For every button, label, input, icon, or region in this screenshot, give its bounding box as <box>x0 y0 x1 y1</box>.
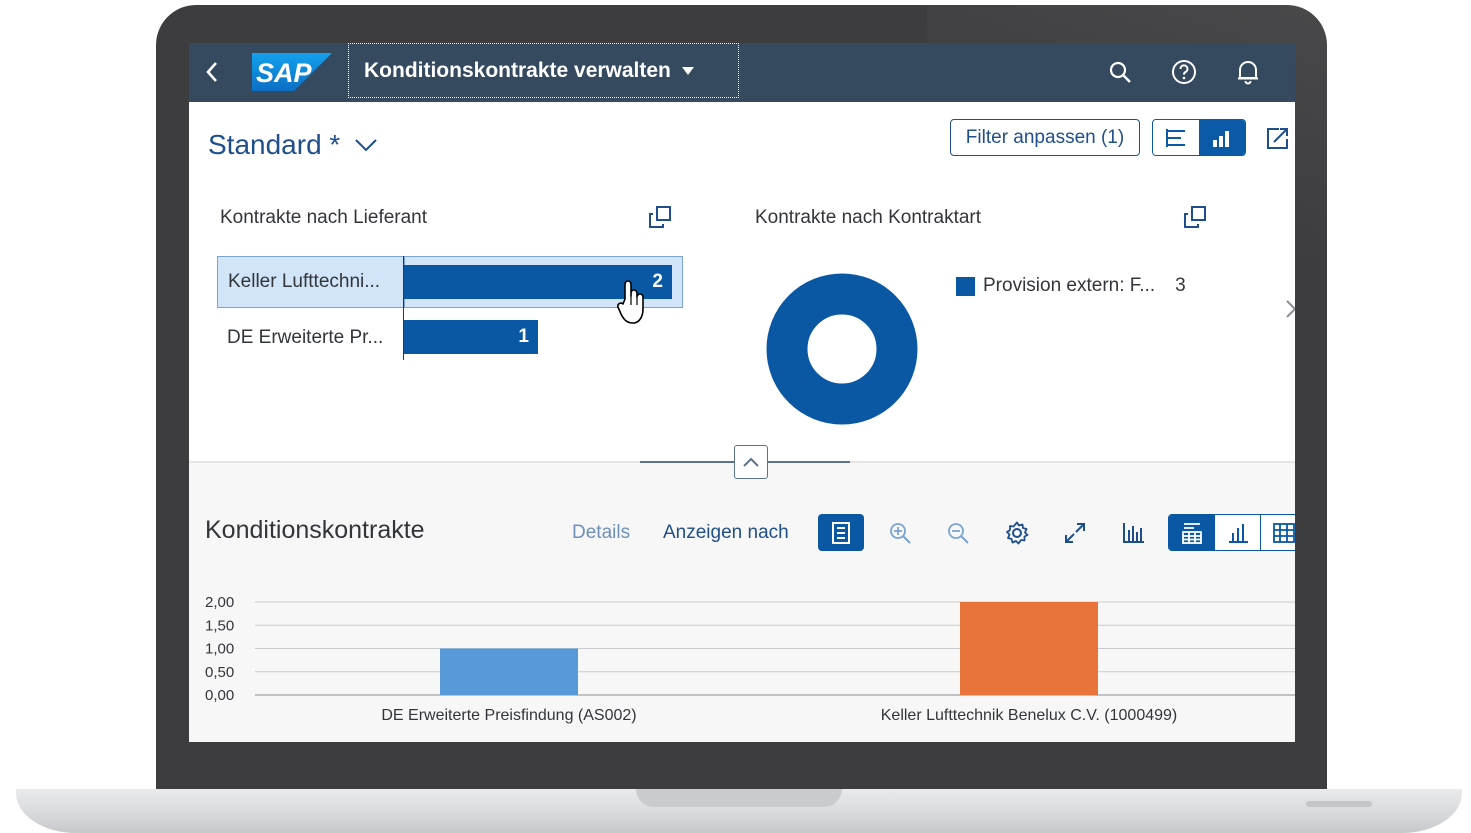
list-filter-icon <box>1166 128 1185 147</box>
zoom-out-icon <box>948 522 969 544</box>
supplier-row-de[interactable]: DE Erweiterte Pr... <box>227 318 383 358</box>
share-button[interactable] <box>1265 125 1293 153</box>
grouped-bar-icon <box>1123 522 1144 543</box>
y-tick-label: 0,50 <box>205 664 234 681</box>
contracts-bar-chart[interactable]: 2,00 1,50 1,00 0,50 0,00 DE Erweiterte Preisf… <box>189 583 1295 742</box>
collapse-header-button[interactable] <box>734 445 768 479</box>
contract-type-donut[interactable] <box>766 273 918 425</box>
zoom-out-button[interactable] <box>935 514 981 551</box>
bar-chart-icon <box>1228 523 1248 543</box>
notifications-button[interactable] <box>1233 57 1263 87</box>
fullscreen-button[interactable] <box>1052 514 1098 551</box>
chart-type-button[interactable] <box>1110 514 1156 551</box>
variant-name: Standard * <box>208 129 341 160</box>
y-tick-label: 0,00 <box>205 687 234 704</box>
legend-label: Provision extern: F... <box>983 275 1156 296</box>
chart-table-icon <box>1181 522 1202 544</box>
chevron-down-icon <box>355 139 378 152</box>
share-icon <box>1267 128 1288 149</box>
open-dialog-icon <box>649 206 671 228</box>
laptop-foot <box>1306 801 1372 807</box>
section-title: Konditionskontrakte <box>205 516 425 544</box>
search-icon <box>1109 61 1131 83</box>
shell-bar: SAP Konditionskontrakte verwalten <box>189 43 1295 102</box>
open-dialog-icon <box>1184 206 1206 228</box>
chevron-left-icon <box>206 62 217 82</box>
display-by-link[interactable]: Anzeigen nach <box>663 522 789 544</box>
app-screen: SAP Konditionskontrakte verwalten Standa… <box>189 43 1295 742</box>
chart-bar[interactable] <box>960 602 1098 695</box>
details-link[interactable]: Details <box>572 522 630 544</box>
bell-icon <box>1238 61 1258 85</box>
variant-selector[interactable]: Standard * <box>208 129 378 161</box>
adapt-filters-button[interactable]: Filter anpassen (1) <box>950 119 1140 156</box>
svg-text:SAP: SAP <box>256 58 313 88</box>
card-supplier-title: Kontrakte nach Lieferant <box>220 207 428 228</box>
help-icon <box>1172 60 1196 84</box>
sap-logo[interactable]: SAP <box>252 53 332 91</box>
compact-filter-button[interactable] <box>1153 120 1199 155</box>
supplier-bar-value: 2 <box>652 271 663 292</box>
x-category-label: Keller Lufttechnik Benelux C.V. (1000499… <box>881 707 1177 724</box>
legend-icon <box>832 521 850 544</box>
chart-table-view-button[interactable] <box>1169 515 1215 550</box>
legend-swatch <box>956 276 975 296</box>
card-supplier-popover-button[interactable] <box>648 205 672 229</box>
table-view-button[interactable] <box>1261 515 1295 550</box>
supplier-label: Keller Lufttechni... <box>228 271 381 292</box>
table-icon <box>1272 522 1295 543</box>
app-title-menu[interactable]: Konditionskontrakte verwalten <box>348 43 739 98</box>
donut-slice[interactable] <box>766 273 918 425</box>
legend-toggle-button[interactable] <box>818 514 864 551</box>
supplier-bar-value: 1 <box>518 326 529 347</box>
supplier-bar[interactable]: 1 <box>404 320 538 354</box>
supplier-axis <box>403 256 404 360</box>
hand-cursor-icon <box>617 280 644 324</box>
legend-value: 3 <box>1175 275 1186 296</box>
donut-legend: Provision extern: F... 3 <box>956 275 1186 297</box>
caret-down-icon <box>681 66 694 75</box>
card-type-popover-button[interactable] <box>1183 205 1207 229</box>
y-tick-label: 1,00 <box>205 641 234 658</box>
settings-button[interactable] <box>994 514 1040 551</box>
visual-filter-button[interactable] <box>1199 120 1245 155</box>
zoom-in-icon <box>890 522 911 544</box>
card-type-title: Kontrakte nach Kontraktart <box>755 207 982 228</box>
fullscreen-icon <box>1065 522 1085 543</box>
filter-mode-toggle <box>1152 119 1246 156</box>
zoom-in-button[interactable] <box>877 514 923 551</box>
laptop-notch <box>636 789 842 807</box>
help-button[interactable] <box>1169 57 1199 87</box>
bar-chart-icon <box>1213 130 1229 147</box>
chart-view-button[interactable] <box>1215 515 1261 550</box>
supplier-row-keller[interactable]: Keller Lufttechni... <box>217 256 404 308</box>
search-button[interactable] <box>1105 57 1135 87</box>
chevron-right-icon[interactable] <box>1284 299 1295 319</box>
view-mode-toggle <box>1168 514 1295 551</box>
chart-bar[interactable] <box>440 648 578 696</box>
back-button[interactable] <box>197 57 227 87</box>
supplier-label: DE Erweiterte Pr... <box>227 327 384 348</box>
chevron-up-icon <box>743 457 759 467</box>
app-title: Konditionskontrakte verwalten <box>364 58 671 82</box>
y-tick-label: 1,50 <box>205 617 234 634</box>
gear-icon <box>1006 521 1029 544</box>
x-category-label: DE Erweiterte Preisfindung (AS002) <box>381 707 636 724</box>
y-tick-label: 2,00 <box>205 594 234 611</box>
